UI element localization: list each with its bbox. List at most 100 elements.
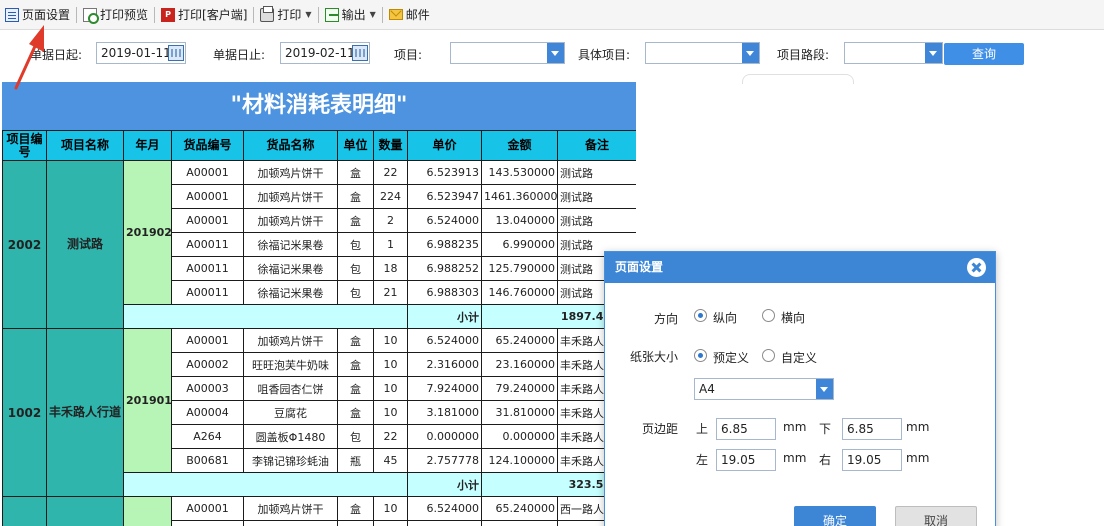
segment-select[interactable] [844,42,943,64]
export-button[interactable]: 输出 ▼ [322,4,379,26]
quantity-cell: 10 [373,352,408,377]
page-setup-label: 页面设置 [22,8,71,22]
end-date-input[interactable]: 2019-02-11 [280,42,370,64]
print-button[interactable]: 打印 ▼ [257,4,314,26]
unit-price-cell: 6.523947 [407,184,482,209]
calendar-icon[interactable] [352,45,368,61]
calendar-icon[interactable] [168,45,184,61]
item-name-cell: 徐福记米果卷 [243,280,338,305]
item-code-cell: A00011 [171,232,244,257]
report-sheet: "材料消耗表明细" 项目编号 项目名称 年月 货品编号 货品名称 单位 数量 单… [2,82,636,526]
column-header: 项目编号 [2,130,47,161]
margin-left-input[interactable]: 19.05 [716,449,776,471]
unit-price-cell: 6.523913 [407,160,482,185]
item-code-cell: A00001 [171,160,244,185]
print-preview-button[interactable]: 打印预览 [80,4,151,26]
month-cell: 201901 [123,328,172,473]
quantity-cell: 10 [373,328,408,353]
paper-size-label: 纸张大小 [630,350,679,364]
unit-price-cell: 2.316000 [407,352,482,377]
chevron-down-icon[interactable] [816,379,833,399]
cancel-button[interactable]: 取消 [895,506,977,526]
project-code-cell: 2002 [2,160,47,329]
chevron-down-icon[interactable] [925,43,942,63]
portrait-radio[interactable] [694,309,707,322]
amount-cell: 65.240000 [481,496,558,521]
margin-label: 页边距 [642,422,679,436]
start-date-label: 单据日起: [30,48,83,62]
amount-cell: 124.100000 [481,448,558,473]
specific-project-select[interactable] [645,42,760,64]
unit-cell: 包 [337,280,374,305]
margin-top-input[interactable]: 6.85 [716,418,776,440]
print-client-button[interactable]: P 打印[客户端] [158,4,250,26]
page-setup-button[interactable]: 页面设置 [2,4,73,26]
chevron-down-icon[interactable] [742,43,759,63]
quantity-cell: 45 [373,448,408,473]
toolbar-separator [317,6,319,23]
remark-cell: 测试路 [557,208,636,233]
margin-bottom-input[interactable]: 6.85 [842,418,902,440]
report-table: 项目编号 项目名称 年月 货品编号 货品名称 单位 数量 单价 金额 备注 20… [2,130,636,526]
table-row[interactable]: 1002 丰禾路人行道 201901 A00001 加顿鸡片饼干盒 10 6.524000 6… [2,328,636,497]
page-setup-dialog: 页面设置 方向 纵向 横向 纸张大小 预定义 自定义 A4 页边距 上 6.85… [604,251,996,526]
amount-cell: 6.990000 [481,232,558,257]
paper-size-select[interactable]: A4 [694,378,834,400]
preset-paper-radio[interactable] [694,349,707,362]
margin-top-label: 上 [696,422,709,436]
confirm-button[interactable]: 确定 [794,506,876,526]
unit-price-cell: 6.524118 [407,520,482,526]
close-icon[interactable] [967,258,986,277]
pdf-print-icon: P [161,7,176,22]
print-client-label: 打印[客户端] [178,8,248,22]
landscape-radio[interactable] [762,309,775,322]
subtotal-label: 小计 [407,472,482,497]
collapse-tab[interactable] [742,74,854,84]
mail-button[interactable]: 邮件 [386,4,433,26]
column-header: 单位 [337,130,374,161]
project-name-cell [46,496,124,526]
margin-right-input[interactable]: 19.05 [842,449,902,471]
column-header: 货品名称 [243,130,338,161]
item-code-cell: A00001 [171,496,244,521]
unit-cell: 包 [337,256,374,281]
amount-cell: 65.240000 [481,328,558,353]
amount-cell: 79.240000 [481,376,558,401]
unit-price-cell: 2.757778 [407,448,482,473]
item-name-cell: 豆腐花 [243,400,338,425]
custom-paper-label: 自定义 [781,351,818,365]
custom-paper-radio[interactable] [762,349,775,362]
export-label: 输出 [341,8,366,22]
amount-cell: 146.760000 [481,280,558,305]
toolbar-separator [76,6,78,23]
table-row[interactable]: A00001 加顿鸡片饼干盒 10 6.524000 65.240000 西一路人 [2,496,636,526]
chevron-down-icon[interactable] [547,43,564,63]
unit-price-cell: 6.988303 [407,280,482,305]
quantity-cell: 34 [373,520,408,526]
table-row[interactable]: 2002 测试路 201902 A00001 加顿鸡片饼干盒 22 6.523913 143.… [2,160,636,329]
query-button[interactable]: 查询 [944,43,1024,65]
column-header: 金额 [481,130,558,161]
quantity-cell: 18 [373,256,408,281]
quantity-cell: 10 [373,496,408,521]
toolbar-separator [381,6,383,23]
margin-bottom-label: 下 [819,422,832,436]
printer-icon [260,5,275,22]
project-select[interactable] [450,42,565,64]
item-name-cell: 加顿鸡片饼干 [243,208,338,233]
item-code-cell: B00681 [171,448,244,473]
amount-cell: 143.530000 [481,160,558,185]
project-label: 项目: [394,48,423,62]
item-name-cell: 加顿鸡片饼干 [243,496,338,521]
unit-price-cell: 6.524000 [407,208,482,233]
item-code-cell: A264 [171,424,244,449]
item-name-cell: 圆盖板Φ1480 [243,424,338,449]
unit-cell: 盒 [337,520,374,526]
quantity-cell: 10 [373,376,408,401]
start-date-input[interactable]: 2019-01-11 [96,42,186,64]
print-preview-label: 打印预览 [100,8,149,22]
item-code-cell: A00001 [171,328,244,353]
filter-bar: 单据日起: 2019-01-11 单据日止: 2019-02-11 项目: 具体… [0,30,1104,84]
item-name-cell: 旺旺泡芙牛奶味 [243,352,338,377]
column-header: 年月 [123,130,172,161]
